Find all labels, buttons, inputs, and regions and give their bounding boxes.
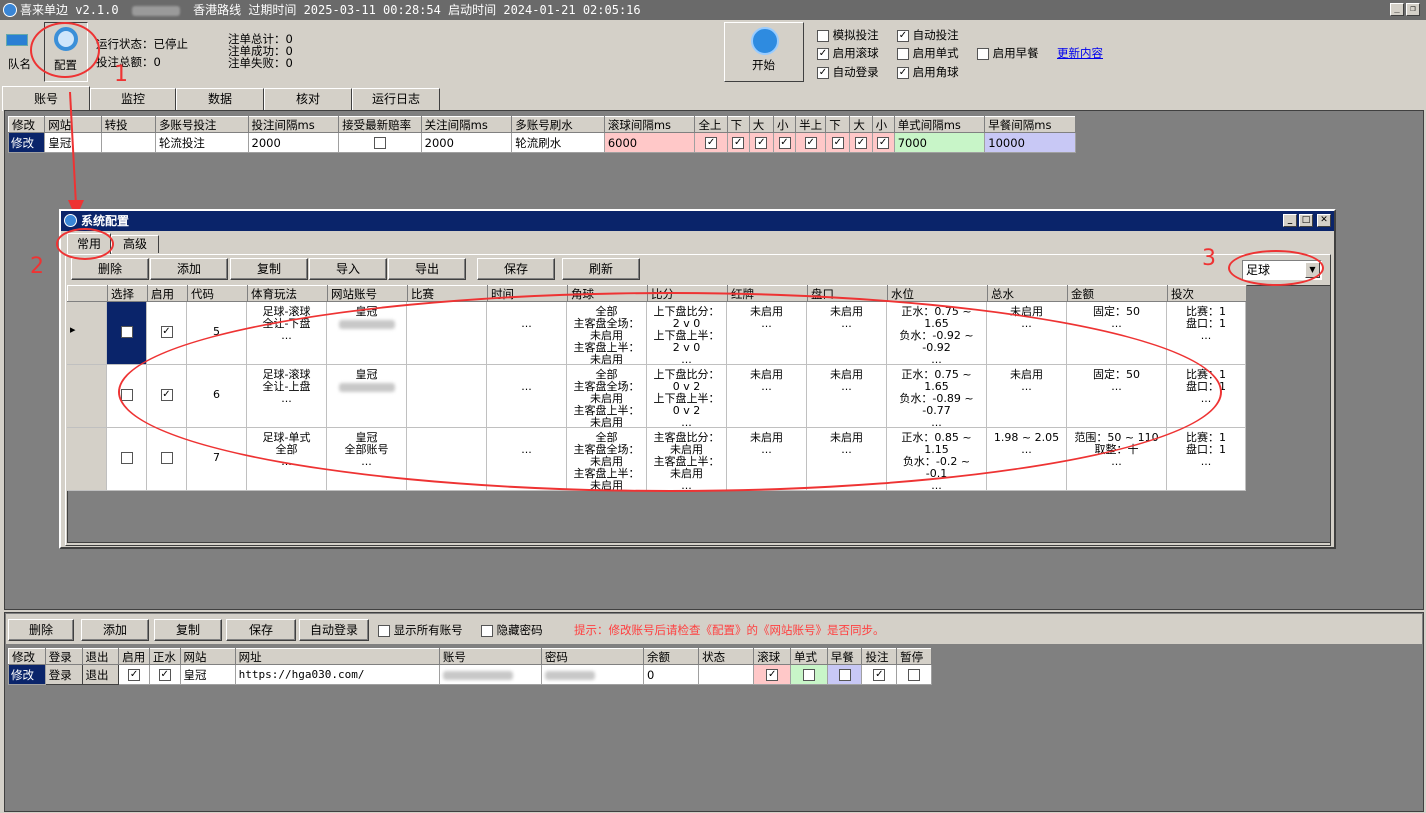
enable-checkbox[interactable] xyxy=(160,452,173,464)
dialog-copy-button[interactable]: 复制 xyxy=(230,258,308,280)
positive-water-checkbox[interactable] xyxy=(158,669,171,681)
enabled-checkbox[interactable] xyxy=(128,669,141,681)
select-checkbox[interactable] xyxy=(120,452,133,464)
bcol-bet[interactable]: 投注 xyxy=(861,648,898,665)
bcol-positive-water[interactable]: 正水 xyxy=(148,648,181,665)
dialog-maximize-button[interactable]: □ xyxy=(1299,214,1313,227)
login-edit-button[interactable]: 修改 xyxy=(8,664,46,685)
col-account[interactable]: 网站账号 xyxy=(327,285,408,302)
select-checkbox[interactable] xyxy=(120,326,133,338)
annotation-circle-tab xyxy=(56,228,114,260)
login-bet-checkbox[interactable] xyxy=(873,669,886,681)
bottom-delete-button[interactable]: 删除 xyxy=(8,619,74,641)
rule-sel-cell[interactable] xyxy=(107,302,147,365)
dialog-title: 系统配置 xyxy=(81,214,130,228)
pause-cell[interactable] xyxy=(896,664,932,685)
rule-times-line: ... xyxy=(1200,329,1212,342)
col-select[interactable]: 选择 xyxy=(107,285,148,302)
annotation-3: 3 xyxy=(1202,246,1216,271)
rule-times-cell[interactable]: 比赛：1 盘口：1... xyxy=(1167,428,1246,491)
dialog-delete-button[interactable]: 删除 xyxy=(71,258,149,280)
account-cell[interactable] xyxy=(438,664,542,685)
dialog-save-button[interactable]: 保存 xyxy=(477,258,555,280)
bcol-enabled[interactable]: 启用 xyxy=(118,648,150,665)
early-cell[interactable] xyxy=(826,664,863,685)
rule-ind-cell: ▸ xyxy=(67,302,107,365)
login-single-checkbox[interactable] xyxy=(802,669,815,681)
dialog-add-button[interactable]: 添加 xyxy=(150,258,228,280)
bcol-edit[interactable]: 修改 xyxy=(8,648,46,665)
col-code[interactable]: 代码 xyxy=(187,285,248,302)
bcol-password[interactable]: 密码 xyxy=(540,648,645,665)
login-site-cell[interactable]: 皇冠 xyxy=(179,664,236,685)
login-button[interactable]: 登录 xyxy=(44,664,83,685)
login-grid: 修改 登录 退出 启用 正水 网站 网址 账号 密码 余额 状态 滚球 单式 早… xyxy=(8,648,932,685)
dialog-refresh-button[interactable]: 刷新 xyxy=(562,258,640,280)
dialog-app-icon xyxy=(64,214,77,227)
hide-password[interactable]: 隐藏密码 xyxy=(481,624,543,637)
bcol-live[interactable]: 滚球 xyxy=(753,648,792,665)
rule-ind-cell xyxy=(67,428,107,491)
login-grid-header: 修改 登录 退出 启用 正水 网站 网址 账号 密码 余额 状态 滚球 单式 早… xyxy=(8,648,932,665)
hide-password-label: 隐藏密码 xyxy=(496,623,543,637)
dialog-tab-advanced[interactable]: 高级 xyxy=(111,235,159,253)
login-early-checkbox[interactable] xyxy=(838,669,851,681)
annotation-circle-sport xyxy=(1228,250,1324,286)
col-amount[interactable]: 金额 xyxy=(1067,285,1168,302)
col-row-indicator xyxy=(67,285,108,302)
bcol-status[interactable]: 状态 xyxy=(698,648,755,665)
bcol-pause[interactable]: 暂停 xyxy=(896,648,932,665)
bcol-balance[interactable]: 余额 xyxy=(643,648,700,665)
annotation-ellipse-rules xyxy=(118,292,1222,492)
enable-checkbox[interactable] xyxy=(160,326,173,338)
arrow-line xyxy=(69,91,77,206)
row-pointer-icon: ▸ xyxy=(70,323,76,336)
bottom-save-button[interactable]: 保存 xyxy=(226,619,296,641)
positive-water-cell[interactable] xyxy=(148,664,181,685)
col-total-water[interactable]: 总水 xyxy=(987,285,1068,302)
url-cell[interactable]: https://hga030.com/ xyxy=(234,664,440,685)
show-all-accounts[interactable]: 显示所有账号 xyxy=(378,624,463,637)
bottom-auto-login-button[interactable]: 自动登录 xyxy=(299,619,369,641)
bet-cell[interactable] xyxy=(861,664,898,685)
col-enabled[interactable]: 启用 xyxy=(147,285,188,302)
show-all-checkbox[interactable] xyxy=(378,624,390,637)
login-live-checkbox[interactable] xyxy=(766,669,779,681)
rule-ind-cell xyxy=(67,365,107,428)
single-cell[interactable] xyxy=(790,664,828,685)
bottom-copy-button[interactable]: 复制 xyxy=(154,619,222,641)
hide-password-checkbox[interactable] xyxy=(481,624,493,637)
col-play[interactable]: 体育玩法 xyxy=(247,285,328,302)
bottom-add-button[interactable]: 添加 xyxy=(81,619,149,641)
col-times[interactable]: 投次 xyxy=(1167,285,1247,302)
dialog-export-button[interactable]: 导出 xyxy=(388,258,466,280)
balance-cell: 0 xyxy=(643,664,700,685)
dialog-import-button[interactable]: 导入 xyxy=(309,258,387,280)
bcol-site[interactable]: 网站 xyxy=(179,648,236,665)
show-all-label: 显示所有账号 xyxy=(393,623,463,637)
login-row: 修改 登录 退出 皇冠 https://hga030.com/ 0 xyxy=(8,664,932,685)
redacted-account xyxy=(442,670,513,680)
login-pause-checkbox[interactable] xyxy=(908,669,921,681)
annotation-2: 2 xyxy=(30,254,44,279)
dialog-close-button[interactable]: ✕ xyxy=(1317,214,1331,227)
redacted-password xyxy=(544,670,595,680)
dialog-title-bar: 系统配置 _ □ ✕ xyxy=(61,211,1334,231)
live-cell[interactable] xyxy=(753,664,792,685)
col-water[interactable]: 水位 xyxy=(887,285,988,302)
rule-sel-cell[interactable] xyxy=(107,428,147,491)
hint-text: 提示：修改账号后请检查《配置》的《网站账号》是否同步。 xyxy=(574,623,885,637)
bcol-early[interactable]: 早餐 xyxy=(826,648,863,665)
bcol-url[interactable]: 网址 xyxy=(234,648,440,665)
bcol-login[interactable]: 登录 xyxy=(44,648,83,665)
bcol-single[interactable]: 单式 xyxy=(790,648,828,665)
logout-button[interactable]: 退出 xyxy=(81,664,120,685)
bcol-account[interactable]: 账号 xyxy=(438,648,542,665)
bcol-logout[interactable]: 退出 xyxy=(81,648,120,665)
password-cell[interactable] xyxy=(540,664,645,685)
dialog-minimize-button[interactable]: _ xyxy=(1283,214,1297,227)
status-cell xyxy=(698,664,755,685)
rule-times-line: ... xyxy=(1200,455,1212,468)
enabled-cell[interactable] xyxy=(118,664,150,685)
